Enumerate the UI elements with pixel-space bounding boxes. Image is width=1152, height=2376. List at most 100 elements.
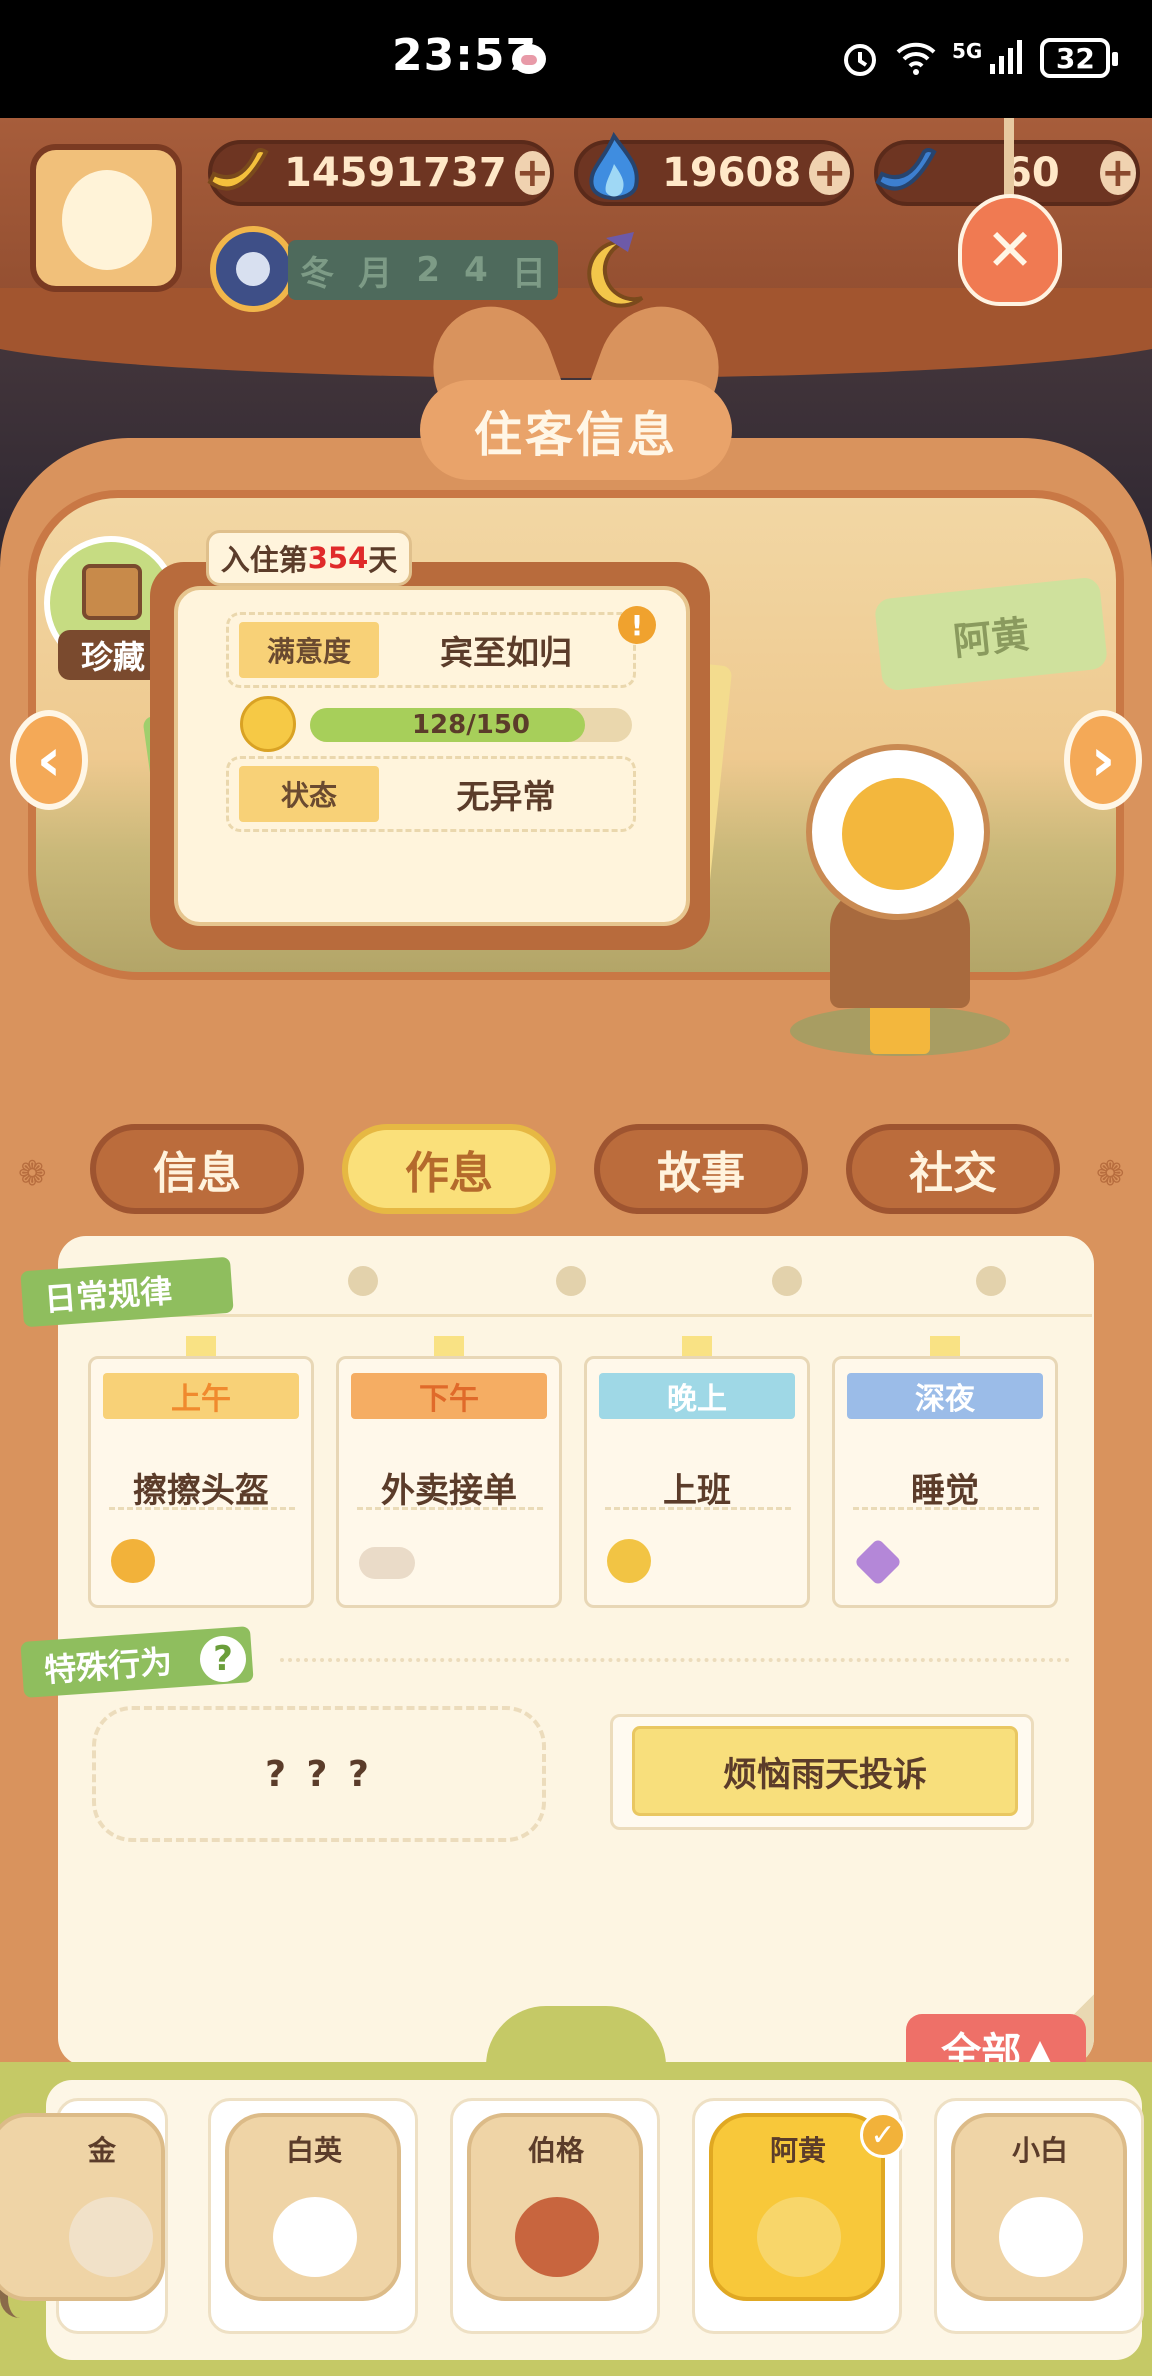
prev-guest-button[interactable]: ‹ bbox=[10, 710, 88, 810]
resident-name: 金 bbox=[87, 2134, 116, 2167]
slot-activity: 擦擦头盔 bbox=[133, 1471, 269, 1511]
satisfaction-label: 满意度 bbox=[239, 622, 379, 678]
satisfaction-row: 满意度 宾至如归 bbox=[226, 612, 636, 688]
resident-avatar bbox=[757, 2197, 841, 2277]
binder-hole bbox=[348, 1266, 378, 1296]
schedule-slot-afternoon[interactable]: 下午 外卖接单 bbox=[336, 1356, 562, 1608]
slot-time-label: 深夜 bbox=[847, 1373, 1043, 1419]
guest-character[interactable] bbox=[842, 778, 954, 890]
resident-card[interactable]: 小白 bbox=[934, 2098, 1144, 2334]
date-season: 冬 bbox=[300, 253, 335, 294]
binder-hole bbox=[976, 1266, 1006, 1296]
paw-icon: ❁ bbox=[1096, 1154, 1125, 1194]
satisfaction-alert-icon[interactable]: ! bbox=[618, 606, 656, 644]
blue-flame-icon bbox=[589, 131, 639, 200]
satisfaction-progress-text: 128/150 bbox=[411, 710, 531, 740]
schedule-slot-late-night[interactable]: 深夜 睡觉 bbox=[832, 1356, 1058, 1608]
resident-avatar bbox=[69, 2197, 153, 2277]
stay-prefix: 入住第 bbox=[220, 543, 308, 577]
avatar-face bbox=[62, 170, 152, 270]
thumbs-up-icon bbox=[240, 696, 296, 752]
section-divider bbox=[280, 1658, 1070, 1662]
game-screen: 14591737 + 19608 + 60 + ✕ 冬 月 2 4 日 住客信息… bbox=[0, 118, 1152, 2376]
slot-activity: 上班 bbox=[663, 1471, 731, 1511]
date-day-b: 4 bbox=[464, 250, 488, 290]
moon-icon bbox=[607, 1539, 651, 1583]
resident-name: 小白 bbox=[1011, 2134, 1068, 2167]
status-value: 无异常 bbox=[456, 777, 556, 816]
stay-suffix: 天 bbox=[368, 543, 398, 577]
battery-level: 32 bbox=[1055, 41, 1095, 75]
satisfaction-value: 宾至如归 bbox=[440, 633, 572, 672]
battery-icon: 32 bbox=[1040, 38, 1119, 78]
stay-days: 354 bbox=[307, 541, 369, 575]
tab-info[interactable]: 信息 bbox=[90, 1124, 304, 1214]
notebook-divider bbox=[62, 1314, 1092, 1317]
status-label: 状态 bbox=[239, 766, 379, 822]
next-guest-button[interactable]: › bbox=[1064, 710, 1142, 810]
clock-icon bbox=[236, 252, 270, 286]
network-label: 5G bbox=[952, 39, 983, 63]
resident-card[interactable]: 金 bbox=[0, 2098, 168, 2334]
notification-icon bbox=[512, 44, 546, 74]
slot-divider bbox=[109, 1507, 295, 1510]
resident-avatar bbox=[999, 2197, 1083, 2277]
stay-duration-tab: 入住第 354 天 bbox=[206, 530, 412, 586]
binder-hole bbox=[772, 1266, 802, 1296]
player-avatar[interactable] bbox=[30, 144, 182, 292]
slot-divider bbox=[605, 1507, 791, 1510]
tab-story[interactable]: 故事 bbox=[594, 1124, 808, 1214]
add-flame-button[interactable]: + bbox=[809, 150, 850, 196]
banana-count: 14591737 bbox=[284, 150, 507, 196]
resident-card[interactable]: 白英 bbox=[208, 2098, 418, 2334]
schedule-slot-morning[interactable]: 上午 擦擦头盔 bbox=[88, 1356, 314, 1608]
unknown-behavior-slot: ? ? ? bbox=[92, 1706, 546, 1842]
special-behavior-item[interactable]: 烦恼雨天投诉 bbox=[632, 1726, 1018, 1816]
flame-count: 19608 bbox=[662, 150, 802, 196]
date-month: 月 bbox=[358, 253, 393, 294]
schedule-slot-evening[interactable]: 晚上 上班 bbox=[584, 1356, 810, 1608]
resident-avatar bbox=[273, 2197, 357, 2277]
resident-name: 伯格 bbox=[527, 2134, 584, 2167]
signal-icon bbox=[990, 40, 1023, 74]
slot-divider bbox=[853, 1507, 1039, 1510]
close-icon: ✕ bbox=[985, 216, 1035, 284]
sun-icon bbox=[111, 1539, 155, 1583]
chevron-right-icon: › bbox=[1090, 725, 1116, 795]
slot-time-label: 晚上 bbox=[599, 1373, 795, 1419]
caret-up-icon: ▲ bbox=[1029, 2032, 1051, 2066]
cloud-icon bbox=[359, 1547, 415, 1579]
close-button[interactable]: ✕ bbox=[958, 194, 1062, 306]
add-blue-banana-button[interactable]: + bbox=[1099, 150, 1136, 196]
add-banana-button[interactable]: + bbox=[514, 150, 550, 196]
banana-icon bbox=[207, 148, 269, 191]
panel-title: 住客信息 bbox=[420, 380, 732, 480]
tab-social[interactable]: 社交 bbox=[846, 1124, 1060, 1214]
moon-night-icon[interactable] bbox=[576, 228, 656, 314]
help-icon[interactable]: ? bbox=[200, 1636, 246, 1682]
star-icon bbox=[853, 1537, 903, 1587]
binder-hole bbox=[556, 1266, 586, 1296]
date-day-a: 2 bbox=[416, 250, 440, 290]
status-row: 状态 无异常 bbox=[226, 756, 636, 832]
alarm-icon bbox=[844, 44, 876, 76]
blue-banana-icon bbox=[875, 148, 937, 191]
wifi-icon bbox=[896, 42, 936, 75]
slot-time-label: 下午 bbox=[351, 1373, 547, 1419]
crate-icon bbox=[82, 564, 142, 620]
selected-check-icon: ✓ bbox=[860, 2112, 906, 2158]
slot-time-label: 上午 bbox=[103, 1373, 299, 1419]
resident-card[interactable]: 伯格 bbox=[450, 2098, 660, 2334]
slot-activity: 外卖接单 bbox=[381, 1471, 517, 1511]
resident-name: 白英 bbox=[285, 2134, 342, 2167]
date-ribbon: 冬 月 2 4 日 bbox=[288, 240, 558, 300]
slot-activity: 睡觉 bbox=[911, 1471, 979, 1511]
clock-badge[interactable] bbox=[210, 226, 296, 312]
chevron-left-icon: ‹ bbox=[36, 725, 62, 795]
status-icons: 5G 32 bbox=[840, 34, 1119, 82]
status-bar: 23:57 5G 32 bbox=[0, 0, 1152, 118]
tab-schedule[interactable]: 作息 bbox=[342, 1124, 556, 1214]
resident-avatar bbox=[515, 2197, 599, 2277]
paw-icon: ❁ bbox=[18, 1154, 47, 1194]
slot-divider bbox=[357, 1507, 543, 1510]
